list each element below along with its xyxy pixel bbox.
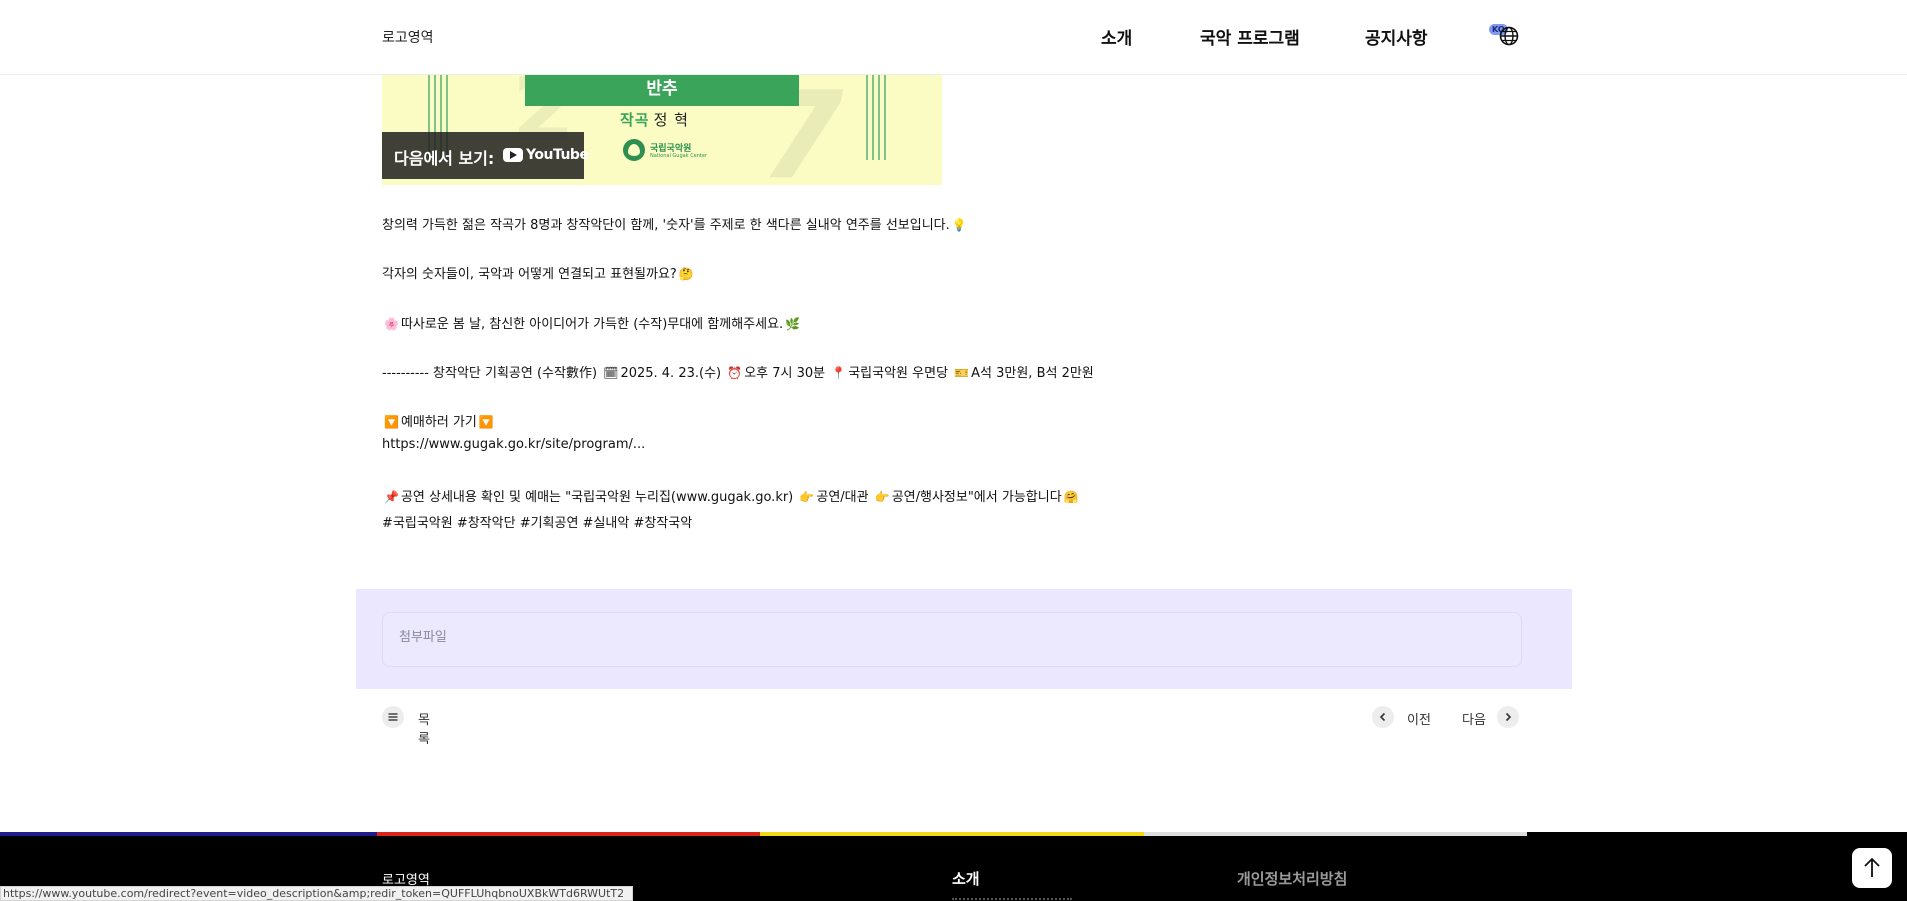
scroll-top-button[interactable] xyxy=(1852,848,1892,888)
nav-program[interactable]: 국악 프로그램 xyxy=(1200,24,1300,49)
attachment-section: 첨부파일 xyxy=(356,589,1572,689)
logo[interactable]: 로고영역 xyxy=(382,27,434,47)
event-price: A석 3만원, B석 2만원 xyxy=(971,366,1094,381)
video-composer: 작곡 정 혁 xyxy=(620,109,689,130)
event-title: ---------- 창작악단 기획공연 (수작數作) xyxy=(382,366,598,381)
nav-intro[interactable]: 소개 xyxy=(1101,24,1132,49)
watch-on-label: 다음에서 보기: xyxy=(394,149,495,168)
pin-icon: 📍 xyxy=(831,366,847,380)
detail-text: 공연/대관 xyxy=(816,490,869,505)
pushpin-icon: 📌 xyxy=(384,490,399,504)
site-header: 로고영역 소개 국악 프로그램 공지사항 KO xyxy=(0,0,1907,75)
language-button[interactable]: KO xyxy=(1489,24,1521,48)
attachment-box: 첨부파일 xyxy=(382,612,1522,667)
watch-on-youtube-button[interactable]: 다음에서 보기: YouTube xyxy=(382,132,589,179)
description-line: 🌸 따사로운 봄 날, 참신한 아이디어가 가득한 (수작)무대에 함께해주세요.… xyxy=(382,313,802,332)
prev-button[interactable]: 이전 xyxy=(1372,706,1432,728)
detail-line: 📌 공연 상세내용 확인 및 예매는 "국립국악원 누리집(www.gugak.g… xyxy=(382,486,1081,505)
program-link[interactable]: https://www.gugak.go.kr/site/program/... xyxy=(382,437,645,452)
description-text: 따사로운 봄 날, 참신한 아이디어가 가득한 (수작)무대에 함께해주세요. xyxy=(400,317,784,332)
booking-line: 🔽 예매하러 가기 🔽 xyxy=(382,411,496,430)
prev-label: 이전 xyxy=(1407,713,1431,728)
youtube-play-icon xyxy=(503,148,523,162)
hashtags: #국립국악원 #창작악단 #기획공연 #실내악 #창작국악 xyxy=(382,516,693,531)
herb-icon: 🌿 xyxy=(785,317,801,331)
description-text: 각자의 숫자들이, 국악과 어떻게 연결되고 표현될까요? xyxy=(382,267,677,282)
list-label: 목록 xyxy=(418,713,430,747)
globe-icon xyxy=(1499,26,1519,46)
hugging-face-icon: 🤗 xyxy=(1063,490,1079,504)
video-org-name-en: National Gugak Center xyxy=(650,153,708,159)
video-deco-line xyxy=(878,75,880,160)
event-date: 2025. 4. 23.(수) xyxy=(620,366,722,381)
thinking-face-icon: 🤔 xyxy=(678,267,694,281)
composer-label: 작곡 xyxy=(620,111,650,129)
blossom-icon: 🌸 xyxy=(384,317,399,331)
list-icon xyxy=(382,706,404,728)
arrow-up-icon xyxy=(1864,857,1880,877)
description-line: 각자의 숫자들이, 국악과 어떻게 연결되고 표현될까요? 🤔 xyxy=(382,263,696,282)
nav-notice[interactable]: 공지사항 xyxy=(1365,24,1428,49)
ticket-icon: 🎫 xyxy=(954,366,970,380)
attachment-label: 첨부파일 xyxy=(399,630,447,645)
pointing-hand-icon: 👉 xyxy=(799,490,815,504)
chevron-left-icon xyxy=(1372,706,1394,728)
booking-text: 예매하러 가기 xyxy=(400,415,477,430)
video-embed[interactable]: 2 7 반추 작곡 정 혁 국립국악원 National Gugak Center… xyxy=(382,75,942,185)
detail-text: 공연/행사정보"에서 가능합니다 xyxy=(891,490,1062,505)
video-title-banner: 반추 xyxy=(525,75,799,106)
down-arrow-icon: 🔽 xyxy=(478,415,494,429)
footer-nav-intro[interactable]: 소개 xyxy=(952,868,980,889)
gugak-emblem-icon xyxy=(623,139,645,161)
footer-privacy-link[interactable]: 개인정보처리방침 xyxy=(1237,868,1347,889)
detail-text: 공연 상세내용 확인 및 예매는 "국립국악원 누리집(www.gugak.go… xyxy=(400,490,794,505)
event-info-line: ---------- 창작악단 기획공연 (수작數作) 🗓 2025. 4. 23… xyxy=(382,362,1094,381)
youtube-wordmark: YouTube xyxy=(526,147,589,163)
video-deco-line xyxy=(872,75,874,160)
pointing-hand-icon: 👉 xyxy=(874,490,890,504)
video-deco-line xyxy=(866,75,868,160)
composer-name: 정 혁 xyxy=(653,111,689,129)
description-line: 창의력 가득한 젊은 작곡가 8명과 창작악단이 함께, '숫자'를 주제로 한… xyxy=(382,214,969,233)
browser-status-bar: https://www.youtube.com/redirect?event=v… xyxy=(0,886,633,901)
next-button[interactable]: 다음 xyxy=(1462,706,1522,728)
down-arrow-icon: 🔽 xyxy=(384,415,399,429)
chevron-right-icon xyxy=(1497,706,1519,728)
description-text: 창의력 가득한 젊은 작곡가 8명과 창작악단이 함께, '숫자'를 주제로 한… xyxy=(382,218,950,233)
video-deco-line xyxy=(884,75,886,160)
event-time: 오후 7시 30분 xyxy=(744,366,826,381)
calendar-icon: 🗓 xyxy=(603,366,619,380)
next-label: 다음 xyxy=(1462,713,1486,728)
lightbulb-icon: 💡 xyxy=(951,218,967,232)
event-place: 국립국악원 우면당 xyxy=(848,366,949,381)
alarm-clock-icon: ⏰ xyxy=(727,366,743,380)
